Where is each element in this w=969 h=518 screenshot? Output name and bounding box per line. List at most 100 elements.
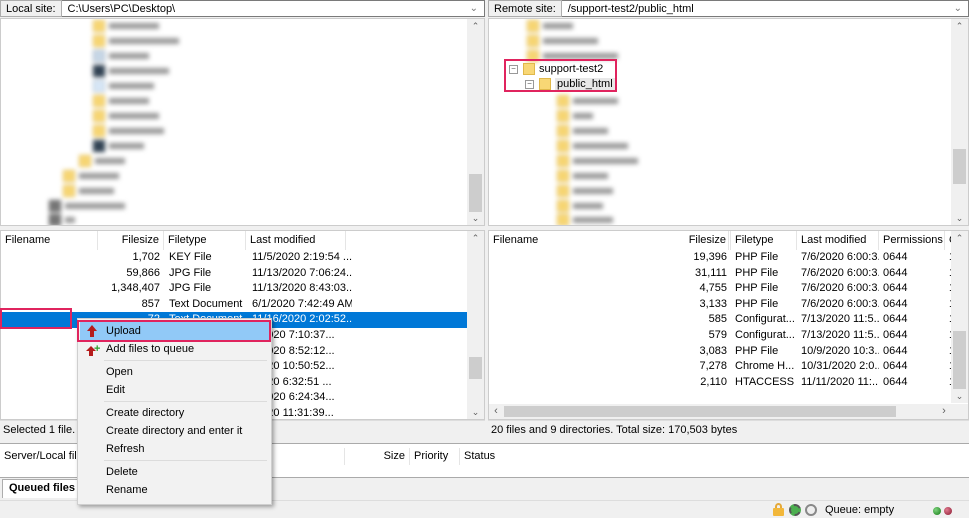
remote-tree-scrollbar[interactable]: ⌃ ⌄ <box>951 19 968 225</box>
file-size: 579 <box>708 329 727 341</box>
scroll-left-icon[interactable]: ‹ <box>489 404 503 419</box>
column-header-priority[interactable]: Priority <box>410 448 460 465</box>
remote-directory-tree[interactable]: − support-test2 − public_html ⌃ ⌄ <box>488 18 969 226</box>
file-type: PHP File <box>735 251 779 263</box>
annotation-highlight-box <box>0 308 72 329</box>
gear-icon[interactable] <box>789 504 801 516</box>
local-site-label: Local site: <box>0 0 62 17</box>
chevron-down-icon[interactable]: ⌄ <box>470 1 478 17</box>
file-size: 857 <box>141 297 160 310</box>
lock-icon[interactable] <box>773 503 784 516</box>
file-row[interactable]: wp-settings.php19,396PHP File7/6/2020 6:… <box>489 250 958 266</box>
annotation-highlight-box <box>77 320 271 342</box>
file-size: 3,133 <box>699 297 727 310</box>
scroll-thumb[interactable] <box>504 406 896 417</box>
column-header-filesize[interactable]: Filesize <box>98 231 164 250</box>
file-row[interactable]: wp-signup.php31,111PHP File7/6/2020 6:00… <box>489 266 959 282</box>
scroll-up-icon[interactable]: ⌃ <box>951 19 968 33</box>
menu-item-delete[interactable]: Delete <box>80 463 269 481</box>
scroll-up-icon[interactable]: ⌃ <box>951 231 968 245</box>
add-to-queue-icon: + <box>86 342 100 356</box>
local-site-path-input[interactable]: C:\Users\PC\Desktop\ ⌄ <box>61 0 485 17</box>
file-permissions: 0644 <box>883 266 908 279</box>
file-row[interactable]: 1,702 KEY File 11/5/2020 2:19:54 ... <box>1 250 467 266</box>
file-type: PHP File <box>735 266 779 279</box>
file-permissions: 0644 <box>883 251 908 263</box>
menu-item-refresh[interactable]: Refresh <box>80 440 269 458</box>
column-header-permissions[interactable]: Permissions <box>879 231 945 250</box>
scroll-right-icon[interactable]: › <box>937 404 951 419</box>
local-tree-scrollbar[interactable]: ⌃ ⌄ <box>467 19 484 225</box>
local-directory-tree[interactable]: ⌃ ⌄ <box>0 18 485 226</box>
scroll-down-icon[interactable]: ⌄ <box>951 389 968 403</box>
file-row[interactable]: .user.ini585Configurat...7/13/2020 11:5.… <box>489 312 959 328</box>
file-row[interactable]: readme.html7,278Chrome H...10/31/2020 2:… <box>489 359 958 375</box>
remote-file-list[interactable]: Filename Filesize Filetype Last modified… <box>488 230 969 420</box>
file-type: PHP File <box>735 297 779 310</box>
file-modified: 7/6/2020 6:00:3... <box>801 282 879 295</box>
remote-list-hscrollbar[interactable]: ‹ › <box>489 404 968 419</box>
column-header-filetype[interactable]: Filetype <box>731 231 797 250</box>
remote-list-header: Filename Filesize Filetype Last modified… <box>489 231 968 250</box>
file-size: 1,348,407 <box>111 282 160 295</box>
local-list-scrollbar[interactable]: ⌃ ⌄ <box>467 231 484 419</box>
remote-list-scrollbar[interactable]: ⌃ ⌄ <box>951 231 968 403</box>
file-type: JPG File <box>169 282 212 295</box>
file-permissions: 0644 <box>883 282 908 295</box>
scroll-thumb[interactable] <box>469 174 482 212</box>
column-header-size[interactable]: Size <box>345 448 410 465</box>
speed-limit-icon[interactable] <box>805 504 817 516</box>
column-header-filetype[interactable]: Filetype <box>164 231 246 250</box>
file-row[interactable]: php.ini579Configurat...7/13/2020 11:5...… <box>489 328 959 344</box>
scroll-down-icon[interactable]: ⌄ <box>467 211 484 225</box>
file-row[interactable]: .htaccess2,110HTACCESS ...11/11/2020 11:… <box>489 375 959 391</box>
scroll-up-icon[interactable]: ⌃ <box>467 231 484 245</box>
file-size: 2,110 <box>700 375 727 388</box>
menu-item-label: Create directory <box>106 407 185 419</box>
file-row[interactable]: xmlrpc.php3,133PHP File7/6/2020 6:00:3..… <box>489 297 958 313</box>
file-permissions: 0644 <box>883 329 908 341</box>
receive-indicator-icon <box>944 507 952 515</box>
file-size: 19,396 <box>693 251 727 263</box>
file-type: JPG File <box>169 266 212 279</box>
column-header-status[interactable]: Status <box>460 448 520 465</box>
column-header-last-modified[interactable]: Last modified <box>797 231 879 250</box>
scroll-thumb[interactable] <box>469 357 482 379</box>
scroll-down-icon[interactable]: ⌄ <box>467 405 484 419</box>
menu-item-create-directory-and-enter-it[interactable]: Create directory and enter it <box>80 422 269 440</box>
file-size: 3,083 <box>699 344 727 357</box>
menu-item-label: Edit <box>106 384 125 396</box>
scroll-down-icon[interactable]: ⌄ <box>951 211 968 225</box>
menu-separator <box>104 401 267 402</box>
send-indicator-icon <box>933 507 941 515</box>
file-row[interactable]: 1,348,407 JPG File 11/13/2020 8:43:03... <box>1 281 467 297</box>
column-header-filesize[interactable]: Filesize <box>669 231 731 250</box>
scroll-thumb[interactable] <box>953 149 966 184</box>
queue-status-text: Queue: empty <box>825 504 895 516</box>
menu-item-create-directory[interactable]: Create directory <box>80 404 269 422</box>
file-modified: 11/5/2020 2:19:54 ... <box>252 251 352 263</box>
file-modified: 10/31/2020 2:0... <box>801 360 879 373</box>
file-type: KEY File <box>169 251 212 263</box>
scroll-thumb[interactable] <box>953 331 966 389</box>
scroll-up-icon[interactable]: ⌃ <box>467 19 484 33</box>
remote-site-bar: Remote site: /support-test2/public_html … <box>488 0 969 17</box>
column-header-last-modified[interactable]: Last modified <box>246 231 346 250</box>
chevron-down-icon[interactable]: ⌄ <box>954 1 962 17</box>
remote-site-path-input[interactable]: /support-test2/public_html ⌄ <box>561 0 969 17</box>
column-header-filename[interactable]: Filename <box>1 231 98 250</box>
file-size: 1,702 <box>132 251 160 263</box>
file-row[interactable]: 59,866 JPG File 11/13/2020 7:06:24... <box>1 266 467 282</box>
menu-item-edit[interactable]: Edit <box>80 381 269 399</box>
menu-separator <box>104 460 267 461</box>
menu-item-label: Open <box>106 366 133 378</box>
file-row[interactable]: wp-config.php3,083PHP File10/9/2020 10:3… <box>489 344 958 360</box>
menu-item-open[interactable]: Open <box>80 363 269 381</box>
file-modified: 6/1/2020 7:42:49 AM <box>252 297 352 310</box>
file-row[interactable]: wp-trackback.php4,755PHP File7/6/2020 6:… <box>489 281 958 297</box>
file-size: 59,866 <box>126 266 160 279</box>
file-permissions: 0644 <box>883 375 908 388</box>
tab-queued-files[interactable]: Queued files <box>2 479 83 498</box>
menu-item-rename[interactable]: Rename <box>80 481 269 499</box>
menu-item-add-files-to-queue[interactable]: + Add files to queue <box>80 340 269 358</box>
